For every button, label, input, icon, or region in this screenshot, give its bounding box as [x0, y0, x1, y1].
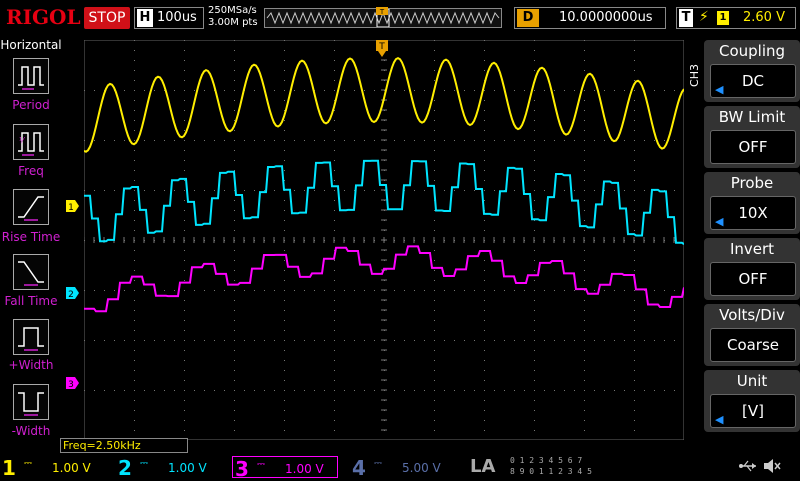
- dc-coupling-icon: ⎓: [140, 458, 148, 469]
- period-icon: [18, 66, 44, 90]
- volts-div-title: Volts/Div: [719, 306, 785, 324]
- unit-title: Unit: [736, 372, 768, 390]
- waveform-display-area[interactable]: [84, 40, 684, 440]
- ch2-offset-marker[interactable]: 2: [66, 284, 80, 303]
- invert-value[interactable]: OFF: [710, 262, 796, 296]
- probe-value[interactable]: ◀ 10X: [710, 196, 796, 230]
- timebase-value: 100us: [157, 10, 197, 25]
- ch1-scale: 1.00 V: [52, 461, 91, 475]
- ch1-number: 1: [2, 456, 16, 480]
- pos-width-button[interactable]: [13, 319, 49, 355]
- delay-label: D: [517, 9, 539, 27]
- rise-time-icon: [18, 196, 44, 221]
- freq-label: Freq: [18, 164, 44, 178]
- acquisition-info: 250MSa/s 3.00M pts: [208, 5, 258, 29]
- trigger-time-marker[interactable]: T: [375, 40, 389, 62]
- freq-icon: ⅟: [18, 132, 44, 156]
- ch3-scale: 1.00 V: [285, 462, 324, 476]
- usb-icon: [738, 458, 758, 478]
- freq-button[interactable]: ⅟: [13, 124, 49, 160]
- svg-text:T: T: [378, 42, 385, 52]
- fall-time-icon: [18, 261, 44, 286]
- ch2-number: 2: [118, 456, 132, 480]
- menu-channel-tag: CH3: [688, 64, 701, 87]
- trigger-display[interactable]: T ⚡ 1 2.60 V: [676, 7, 796, 29]
- neg-width-icon: [18, 392, 44, 416]
- ch2-scale: 1.00 V: [168, 461, 207, 475]
- coupling-title: Coupling: [718, 42, 786, 60]
- timebase-display[interactable]: H 100us: [134, 7, 204, 29]
- coupling-menu[interactable]: Coupling ◀ DC: [704, 40, 800, 102]
- invert-menu[interactable]: Invert OFF: [704, 238, 800, 300]
- unit-value[interactable]: ◀ [V]: [710, 394, 796, 428]
- ch3-number: 3: [235, 457, 249, 481]
- horizontal-label: H: [137, 9, 153, 27]
- ch2-status[interactable]: 2 ⎓ 1.00 V: [116, 456, 226, 480]
- volts-div-value[interactable]: Coarse: [710, 328, 796, 362]
- svg-text:⅟: ⅟: [19, 136, 26, 145]
- bw-limit-menu[interactable]: BW Limit OFF: [704, 106, 800, 168]
- svg-text:2: 2: [68, 290, 74, 299]
- dc-coupling-icon: ⎓: [24, 458, 32, 469]
- period-label: Period: [12, 98, 50, 112]
- rise-time-button[interactable]: [13, 189, 49, 225]
- probe-menu[interactable]: Probe ◀ 10X: [704, 172, 800, 234]
- left-arrow-icon: ◀: [715, 215, 724, 228]
- speaker-icon[interactable]: [762, 458, 782, 478]
- svg-text:3: 3: [68, 380, 74, 389]
- unit-menu[interactable]: Unit ◀ [V]: [704, 370, 800, 432]
- dc-coupling-icon: ⎓: [257, 459, 265, 470]
- memory-depth: 3.00M pts: [208, 17, 258, 28]
- ch1-offset-marker[interactable]: 1: [66, 197, 80, 216]
- delay-value: 10.0000000us: [559, 10, 653, 25]
- invert-title: Invert: [729, 240, 775, 258]
- left-menu-title: Horizontal: [0, 38, 62, 52]
- trigger-source: 1: [717, 11, 729, 25]
- coupling-value[interactable]: ◀ DC: [710, 64, 796, 98]
- bw-limit-title: BW Limit: [718, 108, 786, 126]
- ch1-status[interactable]: 1 ⎓ 1.00 V: [0, 456, 110, 480]
- la-channels-row1: 0 1 2 3 4 5 6 7: [510, 456, 583, 465]
- ch4-number: 4: [352, 456, 366, 480]
- frequency-measurement: Freq=2.50kHz: [60, 438, 188, 453]
- pos-width-icon: [18, 327, 44, 351]
- dc-coupling-icon: ⎓: [374, 458, 382, 469]
- pos-width-label: +Width: [8, 358, 54, 372]
- trigger-marker-top-label: T: [379, 8, 385, 16]
- trigger-edge-icon: ⚡: [699, 9, 709, 25]
- fall-time-button[interactable]: [13, 254, 49, 290]
- neg-width-label: -Width: [11, 424, 51, 438]
- neg-width-button[interactable]: [13, 384, 49, 420]
- trigger-label: T: [679, 9, 693, 27]
- run-stop-button[interactable]: STOP: [84, 7, 130, 29]
- left-arrow-icon: ◀: [715, 413, 724, 426]
- svg-text:1: 1: [68, 203, 74, 212]
- ch3-status-active[interactable]: 3 ⎓ 1.00 V: [232, 456, 338, 481]
- bw-limit-value[interactable]: OFF: [710, 130, 796, 164]
- rise-time-label: Rise Time: [1, 230, 61, 244]
- fall-time-label: Fall Time: [4, 294, 58, 308]
- la-channels-row2: 8 9 0 1 1 2 3 4 5: [510, 467, 592, 476]
- logic-analyzer-status[interactable]: LA 0 1 2 3 4 5 6 7 8 9 0 1 1 2 3 4 5: [466, 456, 596, 478]
- ch4-status[interactable]: 4 ⎓ 5.00 V: [350, 456, 460, 480]
- delay-display[interactable]: D 10.0000000us: [514, 7, 666, 29]
- period-button[interactable]: [13, 58, 49, 94]
- trigger-level: 2.60 V: [743, 10, 785, 25]
- rigol-logo: RIGOL: [6, 5, 81, 29]
- probe-title: Probe: [730, 174, 774, 192]
- left-arrow-icon: ◀: [715, 83, 724, 96]
- trigger-position-marker-top: T: [376, 2, 388, 16]
- la-label: LA: [470, 456, 496, 477]
- ch4-scale: 5.00 V: [402, 461, 441, 475]
- volts-div-menu[interactable]: Volts/Div Coarse: [704, 304, 800, 366]
- sample-rate: 250MSa/s: [208, 5, 257, 16]
- ch3-offset-marker[interactable]: 3: [66, 374, 80, 393]
